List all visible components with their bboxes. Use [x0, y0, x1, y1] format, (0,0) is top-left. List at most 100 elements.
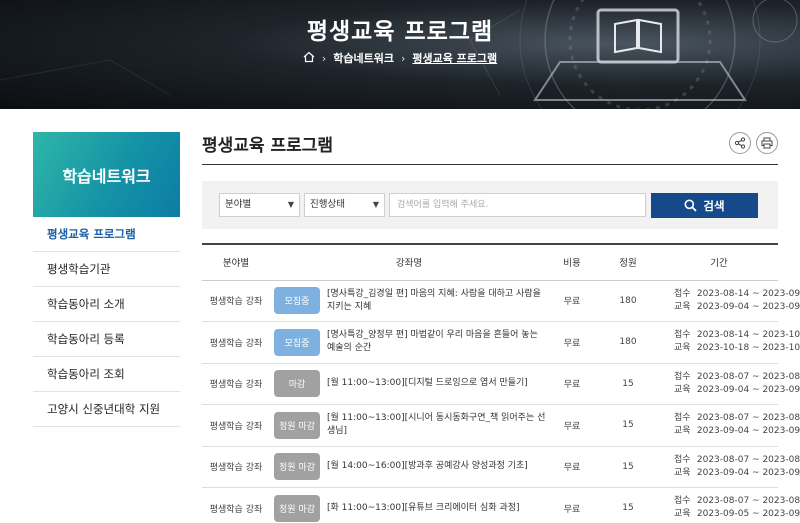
sidebar-item-middle-age-college[interactable]: 고양시 신중년대학 지원	[33, 392, 180, 427]
print-button[interactable]	[756, 132, 778, 154]
sidebar-item-lifelong-program[interactable]: 평생교육 프로그램	[33, 217, 180, 252]
edu-label: 교육	[674, 509, 691, 520]
row-course[interactable]: 마감 [월 11:00~13:00][디지털 드로잉으로 엽서 만들기]	[270, 363, 548, 405]
edu-label: 교육	[674, 426, 691, 437]
row-capacity: 180	[619, 337, 637, 348]
edu-dates: 2023-09-05 ~ 2023-09-26	[696, 509, 800, 520]
course-title-link[interactable]: [명사특강_김경일 편] 마음의 지혜: 사람을 대하고 사람을 지키는 지혜	[327, 288, 548, 314]
chevron-down-icon: ▼	[287, 200, 294, 209]
apply-period: 접수 2023-08-07 ~ 2023-08-07	[674, 495, 800, 508]
course-cell: 모집중 [명사특강_김경일 편] 마음의 지혜: 사람을 대하고 사람을 지키는 …	[274, 287, 548, 315]
field-select-value: 분야별	[225, 199, 252, 210]
breadcrumb-item-network[interactable]: 학습네트워크	[333, 50, 394, 66]
home-icon[interactable]	[303, 51, 315, 66]
apply-dates: 2023-08-07 ~ 2023-08-07	[696, 496, 800, 507]
sidebar-item-club-intro[interactable]: 학습동아리 소개	[33, 287, 180, 322]
row-capacity: 15	[622, 503, 634, 514]
edu-dates: 2023-09-04 ~ 2023-09-25	[696, 384, 800, 395]
sidebar-banner: 학습네트워크	[33, 132, 180, 217]
row-fee: 무료	[563, 338, 581, 349]
status-select[interactable]: 진행상태 ▼	[304, 193, 385, 217]
course-cell: 정원 마감 [월 11:00~13:00][시니어 동시동화구연_책 읽어주는 선…	[274, 411, 548, 439]
status-badge: 모집중	[274, 328, 320, 356]
table-row[interactable]: 평생학습 강좌 모집중 [명사특강_양정무 편] 마법같이 우리 마음을 흔들어 놓…	[202, 322, 800, 364]
apply-period: 접수 2023-08-14 ~ 2023-09-01	[674, 288, 800, 301]
print-icon	[761, 137, 773, 149]
edu-dates: 2023-09-04 ~ 2023-09-25	[696, 426, 800, 437]
header-name: 강좌명	[270, 244, 548, 280]
hero-banner: 평생교육 프로그램 › 학습네트워크 › 평생교육 프로그램	[0, 0, 800, 109]
chevron-right-icon: ›	[400, 51, 406, 65]
chevron-down-icon: ▼	[372, 200, 379, 209]
edu-label: 교육	[674, 384, 691, 395]
row-course[interactable]: 모집중 [명사특강_김경일 편] 마음의 지혜: 사람을 대하고 사람을 지키는 …	[270, 280, 548, 322]
row-fee: 무료	[563, 297, 581, 308]
share-button[interactable]	[729, 132, 751, 154]
table-row[interactable]: 평생학습 강좌 정원 마감 [월 11:00~13:00][시니어 동시동화구연_책…	[202, 405, 800, 447]
table-header-row: 분야별 강좌명 비용 정원 기간	[202, 244, 778, 280]
row-period: 접수 2023-08-07 ~ 2023-08-09교육 2023-09-04 …	[660, 405, 800, 447]
edu-label: 교육	[674, 467, 691, 478]
edu-period: 교육 2023-09-04 ~ 2023-09-04	[674, 301, 800, 314]
edu-label: 교육	[674, 343, 691, 354]
row-fee: 무료	[563, 421, 581, 432]
header-fee: 비용	[548, 244, 596, 280]
table-row[interactable]: 평생학습 강좌 마감 [월 11:00~13:00][디지털 드로잉으로 엽서 만들…	[202, 363, 800, 405]
table-row[interactable]: 평생학습 강좌 정원 마감 [화 11:00~13:00][유튜브 크리에이터 심화…	[202, 488, 800, 523]
row-period: 접수 2023-08-14 ~ 2023-09-01교육 2023-09-04 …	[660, 280, 800, 322]
table-row[interactable]: 평생학습 강좌 정원 마감 [월 14:00~16:00][방과후 공예강사 양성과…	[202, 446, 800, 488]
row-fee: 무료	[563, 380, 581, 391]
edu-period: 교육 2023-09-04 ~ 2023-09-25	[674, 384, 800, 397]
row-category: 평생학습 강좌	[209, 338, 263, 349]
apply-period: 접수 2023-08-07 ~ 2023-08-10	[674, 454, 800, 467]
edu-period: 교육 2023-10-18 ~ 2023-10-18	[674, 342, 800, 355]
row-period: 접수 2023-08-07 ~ 2023-08-10교육 2023-09-04 …	[660, 446, 800, 488]
search-button[interactable]: 검색	[651, 193, 758, 218]
course-title-link[interactable]: [월 11:00~13:00][시니어 동시동화구연_책 읽어주는 선생님]	[327, 412, 548, 438]
share-icon	[734, 137, 746, 149]
row-course[interactable]: 모집중 [명사특강_양정무 편] 마법같이 우리 마음을 흔들어 놓는 예술의 순…	[270, 322, 548, 364]
apply-label: 접수	[674, 454, 691, 465]
status-badge: 모집중	[274, 287, 320, 315]
course-title-link[interactable]: [명사특강_양정무 편] 마법같이 우리 마음을 흔들어 놓는 예술의 순간	[327, 329, 548, 355]
edu-dates: 2023-09-04 ~ 2023-09-25	[696, 467, 800, 478]
row-course[interactable]: 정원 마감 [월 14:00~16:00][방과후 공예강사 양성과정 기초]	[270, 446, 548, 488]
search-icon	[684, 199, 698, 212]
course-title-link[interactable]: [화 11:00~13:00][유튜브 크리에이터 심화 과정]	[327, 502, 520, 515]
row-course[interactable]: 정원 마감 [월 11:00~13:00][시니어 동시동화구연_책 읽어주는 선…	[270, 405, 548, 447]
status-select-value: 진행상태	[310, 199, 345, 210]
search-panel: 분야별 ▼ 진행상태 ▼ 검색어를 입력해 주세요. 검색	[202, 181, 778, 229]
sidebar-item-club-lookup[interactable]: 학습동아리 조회	[33, 357, 180, 392]
page-title: 평생교육 프로그램	[202, 136, 334, 156]
edu-label: 교육	[674, 301, 691, 312]
row-period: 접수 2023-08-07 ~ 2023-08-07교육 2023-09-05 …	[660, 488, 800, 523]
header-capacity: 정원	[596, 244, 660, 280]
breadcrumb-item-current[interactable]: 평생교육 프로그램	[412, 50, 497, 66]
sidebar-item-institutions[interactable]: 평생학습기관	[33, 252, 180, 287]
apply-period: 접수 2023-08-07 ~ 2023-08-08	[674, 371, 800, 384]
chevron-right-icon: ›	[321, 51, 327, 65]
row-course[interactable]: 정원 마감 [화 11:00~13:00][유튜브 크리에이터 심화 과정]	[270, 488, 548, 523]
sidebar-item-club-register[interactable]: 학습동아리 등록	[33, 322, 180, 357]
edu-period: 교육 2023-09-05 ~ 2023-09-26	[674, 508, 800, 521]
table-row[interactable]: 평생학습 강좌 모집중 [명사특강_김경일 편] 마음의 지혜: 사람을 대하고 사…	[202, 280, 800, 322]
apply-dates: 2023-08-07 ~ 2023-08-10	[696, 454, 800, 465]
status-badge: 정원 마감	[274, 453, 320, 481]
edu-dates: 2023-09-04 ~ 2023-09-04	[696, 301, 800, 312]
row-category: 평생학습 강좌	[209, 463, 263, 474]
apply-label: 접수	[674, 288, 691, 299]
apply-dates: 2023-08-14 ~ 2023-10-16	[696, 330, 800, 341]
breadcrumb: › 학습네트워크 › 평생교육 프로그램	[0, 50, 800, 66]
apply-dates: 2023-08-07 ~ 2023-08-08	[696, 371, 800, 382]
course-title-link[interactable]: [월 14:00~16:00][방과후 공예강사 양성과정 기초]	[327, 460, 528, 473]
course-title-link[interactable]: [월 11:00~13:00][디지털 드로잉으로 엽서 만들기]	[327, 377, 528, 390]
program-table: 분야별 강좌명 비용 정원 기간 평생학습 강좌 모집중 [명사특강_김경일 편] …	[202, 243, 800, 523]
header-category: 분야별	[202, 244, 270, 280]
row-category: 평생학습 강좌	[209, 297, 263, 308]
field-select[interactable]: 분야별 ▼	[219, 193, 300, 217]
apply-label: 접수	[674, 371, 691, 382]
row-capacity: 15	[622, 378, 634, 389]
status-badge: 마감	[274, 370, 320, 398]
edu-period: 교육 2023-09-04 ~ 2023-09-25	[674, 425, 800, 438]
search-input[interactable]: 검색어를 입력해 주세요.	[389, 193, 646, 217]
